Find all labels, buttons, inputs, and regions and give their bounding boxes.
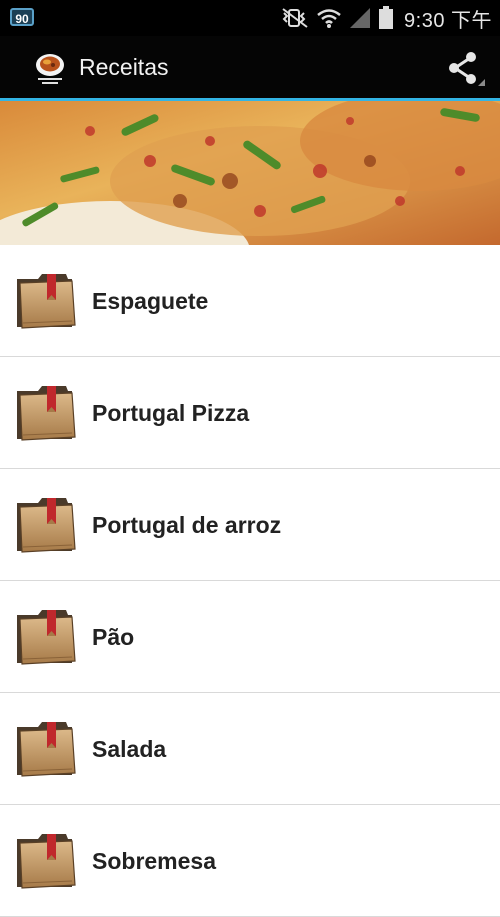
recipe-logo-icon[interactable] bbox=[33, 51, 67, 85]
action-bar: Receitas bbox=[0, 36, 500, 100]
share-icon bbox=[449, 52, 485, 86]
recipe-item-0[interactable]: Espaguete bbox=[0, 245, 500, 357]
recipe-label: Salada bbox=[92, 736, 167, 762]
wifi-icon bbox=[316, 7, 342, 29]
recipe-label: Portugal de arroz bbox=[92, 512, 282, 538]
recipe-label: Pão bbox=[92, 624, 135, 650]
folder-icon bbox=[14, 831, 78, 891]
battery-icon bbox=[378, 6, 394, 30]
recipe-item-5[interactable]: Sobremesa bbox=[0, 805, 500, 917]
recipe-list: Espaguete Portugal Pizza Portugal de arr… bbox=[0, 245, 500, 917]
folder-icon bbox=[14, 271, 78, 331]
mute-vibrate-icon bbox=[280, 7, 310, 29]
recipe-item-1[interactable]: Portugal Pizza bbox=[0, 357, 500, 469]
status-time: 9:30 下午 bbox=[404, 9, 492, 32]
recipe-item-4[interactable]: Salada bbox=[0, 693, 500, 805]
recipe-item-2[interactable]: Portugal de arroz bbox=[0, 469, 500, 581]
banner-image bbox=[0, 101, 500, 245]
app-title: Receitas bbox=[79, 54, 169, 80]
folder-icon bbox=[14, 607, 78, 667]
recipe-label: Portugal Pizza bbox=[92, 400, 250, 426]
status-bar: 90 9:30 下午 bbox=[0, 0, 500, 36]
signal-icon bbox=[348, 7, 372, 29]
recipe-label: Sobremesa bbox=[92, 848, 217, 874]
folder-icon bbox=[14, 719, 78, 779]
share-button[interactable] bbox=[442, 48, 486, 88]
status-icons: 9:30 下午 bbox=[280, 0, 492, 36]
folder-icon bbox=[14, 383, 78, 443]
folder-icon bbox=[14, 495, 78, 555]
recipe-item-3[interactable]: Pão bbox=[0, 581, 500, 693]
notification-badge: 90 bbox=[10, 8, 34, 26]
recipe-label: Espaguete bbox=[92, 288, 209, 314]
